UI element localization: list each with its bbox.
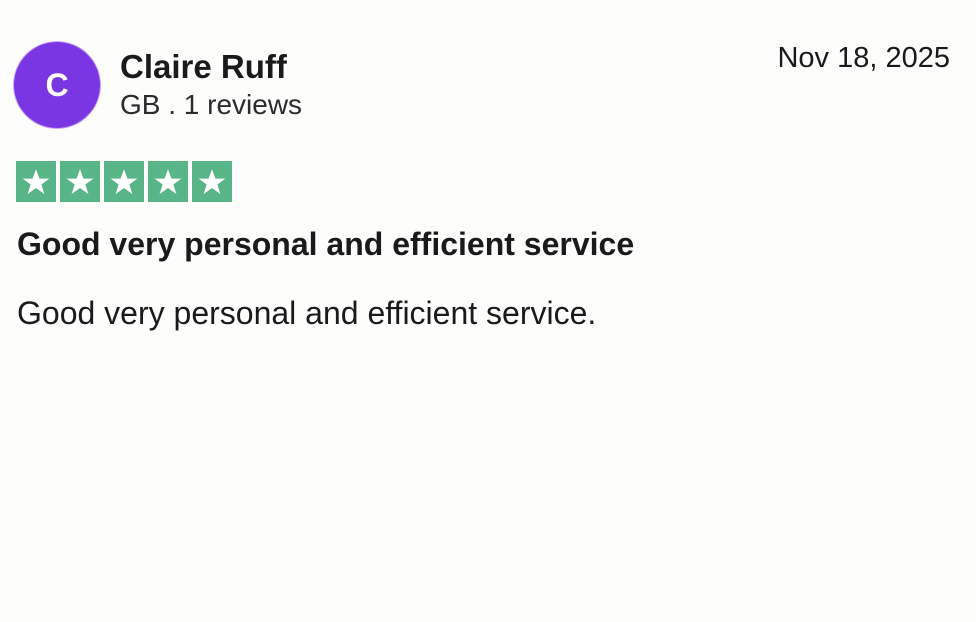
- star-icon: [154, 168, 182, 194]
- star-rating: [16, 161, 232, 202]
- author-name[interactable]: Claire Ruff: [120, 47, 302, 87]
- author-meta: GB . 1 reviews: [120, 89, 303, 120]
- star-icon: [198, 168, 226, 194]
- review-header: C Claire Ruff GB . 1 reviews: [14, 42, 302, 128]
- star-box: [148, 161, 188, 202]
- review-date: Nov 18, 2025: [777, 42, 950, 74]
- star-box: [192, 161, 232, 202]
- star-icon: [66, 168, 94, 194]
- review-body: Good very personal and efficient service…: [17, 295, 597, 331]
- star-icon: [110, 168, 138, 194]
- review-title: Good very personal and efficient service: [17, 226, 635, 262]
- star-box: [60, 161, 100, 202]
- avatar-initial: C: [45, 66, 69, 103]
- star-box: [16, 161, 56, 202]
- review-card: C Claire Ruff GB . 1 reviews Nov 18, 202…: [0, 0, 976, 622]
- avatar[interactable]: C: [14, 42, 100, 128]
- user-info: Claire Ruff GB . 1 reviews: [120, 47, 302, 123]
- star-icon: [22, 168, 50, 194]
- star-box: [104, 161, 144, 202]
